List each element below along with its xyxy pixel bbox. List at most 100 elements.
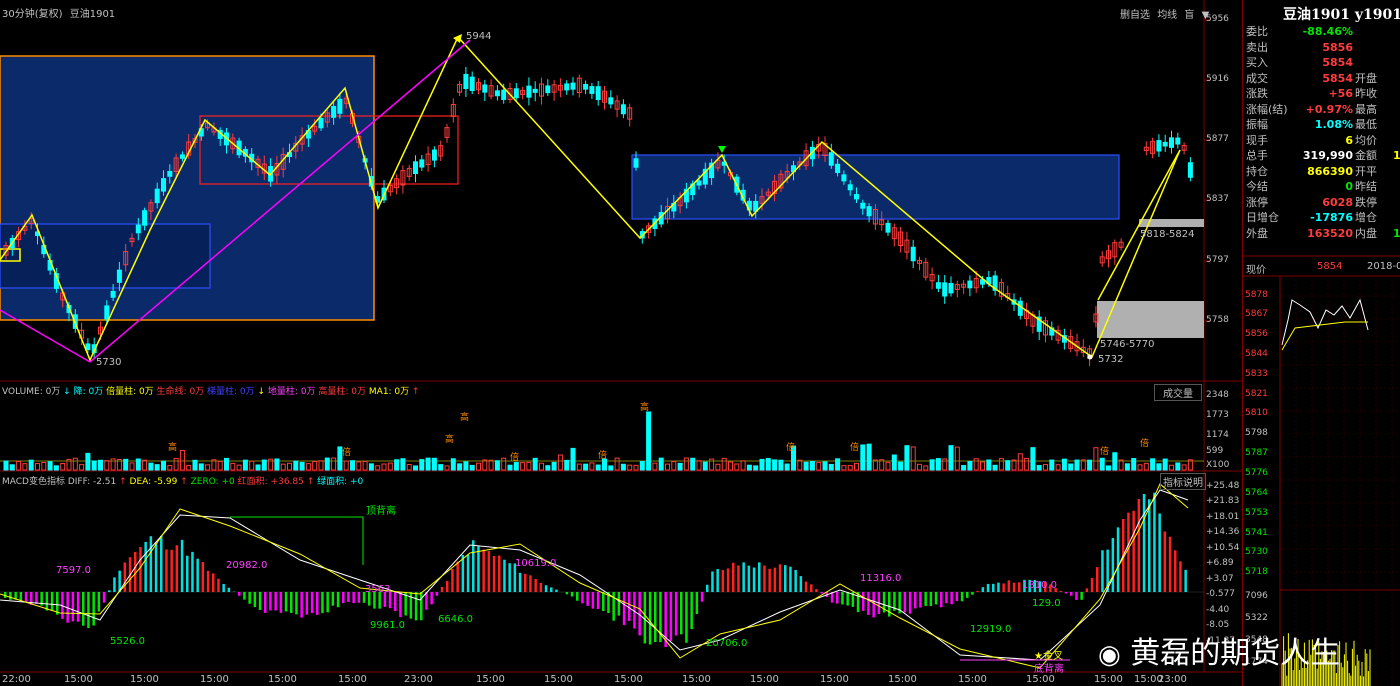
macd-bar [50, 592, 54, 611]
macd-axis-label: +25.48 [1206, 481, 1240, 491]
macd-bar [149, 536, 153, 592]
macd-bar [186, 555, 189, 592]
macd-bar [175, 545, 179, 592]
volume-bar [261, 459, 267, 471]
macd-bar [399, 592, 402, 618]
macd-bar [544, 585, 548, 592]
volume-indicator-item: 倍量柱: 0万 [106, 387, 157, 397]
macd-bar [113, 577, 116, 592]
period-label[interactable]: 30分钟(复权) [2, 9, 63, 20]
volume-bar [1017, 453, 1023, 471]
volume-bar [923, 465, 929, 471]
candle-body [589, 85, 595, 94]
macd-bar [695, 592, 699, 615]
macd-bar [700, 592, 704, 602]
macd-bar [290, 592, 293, 614]
zone-lower-label: 5746-5770 [1100, 339, 1155, 350]
macd-area-label: 11316.0 [860, 573, 902, 584]
volume-bar [79, 464, 85, 471]
toolbar-remove-watch-button[interactable]: 删自选 [1120, 10, 1150, 21]
candle-body [501, 89, 507, 100]
volume-bar [557, 454, 563, 471]
macd-bar [903, 592, 907, 613]
macd-bar [1163, 531, 1167, 592]
volume-bar [343, 460, 349, 471]
macd-bar [430, 592, 433, 605]
macd-indicator-line: MACD变色指标 DIFF: -2.51 ↑ DEA: -5.99 ↑ ZERO… [2, 474, 363, 487]
macd-bar [284, 592, 288, 612]
volume-bar [217, 460, 223, 471]
macd-bar [836, 592, 839, 604]
macd-bar [19, 592, 23, 601]
mini-axis-label: 5810 [1245, 408, 1268, 418]
volume-bar [438, 464, 444, 471]
macd-bar [685, 592, 688, 643]
volume-bar [1093, 447, 1099, 471]
macd-bar [352, 592, 355, 604]
candle-body [463, 73, 469, 89]
macd-axis-label: +3.07 [1206, 574, 1234, 584]
macd-bar [97, 592, 101, 612]
quote-value: 866390 [1307, 164, 1353, 178]
volume-bar [860, 444, 866, 471]
macd-area-label: 1810.0 [1022, 580, 1057, 591]
macd-bar [9, 592, 12, 600]
macd-axis-label: -4.40 [1206, 605, 1230, 615]
macd-bar [534, 578, 537, 592]
macd-bar [596, 592, 600, 610]
volume-axis-label: 1174 [1206, 430, 1229, 440]
volume-button[interactable]: 成交量 [1154, 384, 1202, 401]
volume-indicator-item: ↓ [257, 387, 268, 397]
quote-row: 委比 -88.46% [1243, 24, 1400, 39]
chart-canvas[interactable] [0, 0, 1400, 686]
macd-bar [976, 591, 979, 592]
macd-bar [570, 592, 574, 597]
macd-area-label: 20706.0 [706, 638, 748, 649]
candle-body [104, 305, 110, 320]
macd-bar [472, 540, 475, 592]
candle-body [1187, 162, 1193, 178]
indicator-explain-button[interactable]: 指标说明 [1160, 473, 1206, 490]
volume-bar [249, 460, 255, 471]
macd-bar [1070, 592, 1073, 596]
quote-value: 5856 [1322, 40, 1353, 54]
macd-bar [628, 592, 631, 621]
toolbar-blind-button[interactable]: 盲 [1184, 10, 1194, 21]
volume-bar [532, 457, 538, 471]
volume-bar [98, 459, 103, 471]
volume-bar [457, 463, 463, 471]
quote-value: 6 [1345, 133, 1353, 147]
candle-body [482, 84, 488, 93]
toolbar-ma-button[interactable]: 均线 [1157, 10, 1177, 21]
macd-axis-label: -0.577 [1206, 589, 1236, 599]
volume-bar [1156, 463, 1162, 471]
mini-axis-label: 5776 [1245, 468, 1268, 478]
volume-bar [539, 462, 544, 471]
volume-tag-double: 倍 [1100, 447, 1110, 457]
macd-bar [929, 592, 933, 607]
volume-tag-high: 高 [640, 403, 650, 413]
macd-bar [789, 566, 792, 592]
quote-key-2: 昨结 [1355, 180, 1377, 193]
time-axis-label: 15:00 [130, 674, 159, 685]
mini-axis-label: 5878 [1245, 290, 1268, 300]
macd-bar [217, 578, 220, 592]
volume-bar [671, 461, 677, 471]
macd-bar [654, 592, 657, 643]
macd-bar [1059, 590, 1063, 592]
volume-bar [91, 460, 97, 471]
macd-bar [1101, 550, 1104, 592]
volume-bar [797, 459, 803, 471]
quote-value: 5854 [1322, 71, 1353, 85]
volume-bar [917, 463, 922, 471]
star-icon: ★ [1034, 651, 1043, 662]
volume-tag-high: 高 [445, 435, 455, 445]
macd-bar [778, 564, 782, 592]
candle-body [419, 159, 425, 168]
quote-value: +56 [1328, 87, 1353, 100]
macd-bar [529, 575, 532, 592]
volume-bar [230, 462, 236, 471]
volume-bar [948, 445, 954, 471]
candle-body [167, 170, 173, 177]
macd-bar [420, 592, 423, 621]
